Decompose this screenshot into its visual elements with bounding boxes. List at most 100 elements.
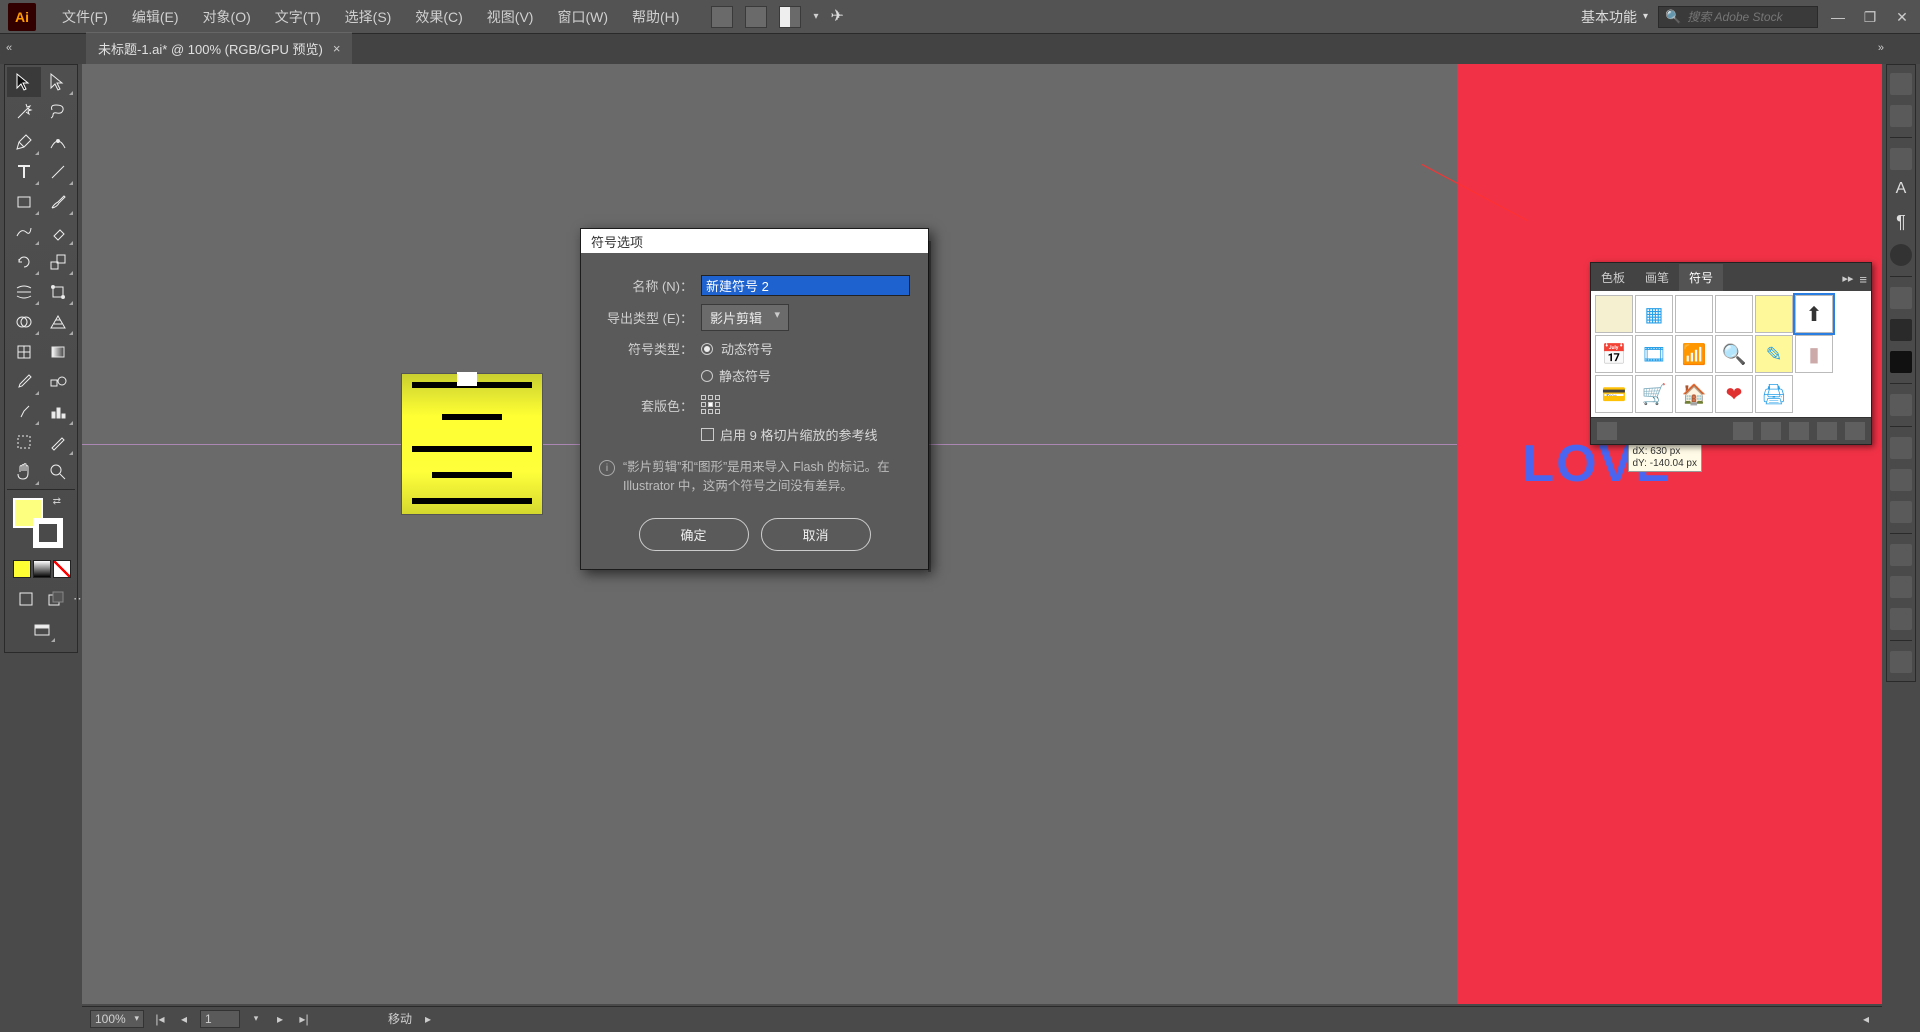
place-symbol-button[interactable] <box>1733 422 1753 440</box>
libraries-panel-icon[interactable] <box>1890 105 1912 127</box>
zoom-field[interactable]: 100% ▾ <box>90 1010 144 1028</box>
delete-symbol-button[interactable] <box>1845 422 1865 440</box>
minimize-button[interactable]: — <box>1828 9 1848 25</box>
new-symbol-button[interactable] <box>1817 422 1837 440</box>
scale-tool[interactable] <box>41 247 75 277</box>
stock-icon[interactable] <box>745 6 767 28</box>
mesh-tool[interactable] <box>7 337 41 367</box>
type-tool[interactable] <box>7 157 41 187</box>
symbol-thumb[interactable]: ✎ <box>1755 335 1793 373</box>
workspace-switcher[interactable]: 基本功能 ▾ <box>1571 3 1658 31</box>
close-button[interactable]: ✕ <box>1892 9 1912 25</box>
stroke-panel-icon[interactable] <box>1890 394 1912 416</box>
status-menu-icon[interactable]: ▸ <box>420 1012 436 1026</box>
symbol-thumb[interactable]: ▮ <box>1795 335 1833 373</box>
cancel-button[interactable]: 取消 <box>761 518 871 551</box>
artboards-panel-icon[interactable] <box>1890 469 1912 491</box>
direct-selection-tool[interactable] <box>41 67 75 97</box>
menu-view[interactable]: 视图(V) <box>475 1 546 33</box>
eraser-tool[interactable] <box>41 217 75 247</box>
registration-grid[interactable] <box>701 395 721 415</box>
menu-help[interactable]: 帮助(H) <box>620 1 691 33</box>
shaper-tool[interactable] <box>7 217 41 247</box>
appearance-panel-icon[interactable] <box>1890 244 1912 266</box>
color-mode-solid[interactable] <box>13 560 31 578</box>
color-mode-gradient[interactable] <box>33 560 51 578</box>
radio-dynamic[interactable] <box>701 343 713 355</box>
stroke-color[interactable] <box>33 518 63 548</box>
menu-file[interactable]: 文件(F) <box>50 1 120 33</box>
maximize-button[interactable]: ❐ <box>1860 9 1880 25</box>
layers-panel-icon[interactable] <box>1890 437 1912 459</box>
symbol-thumb[interactable] <box>1755 295 1793 333</box>
tab-swatches[interactable]: 色板 <box>1591 264 1635 291</box>
rotate-tool[interactable] <box>7 247 41 277</box>
canvas[interactable]: LOVE dX: 630 px dY: -140.04 px <box>82 64 1882 1004</box>
asset-export-panel-icon[interactable] <box>1890 501 1912 523</box>
lasso-tool[interactable] <box>41 97 75 127</box>
drawing-mode-normal[interactable] <box>13 586 39 612</box>
free-transform-tool[interactable] <box>41 277 75 307</box>
bridge-icon[interactable] <box>711 6 733 28</box>
next-artboard-button[interactable]: ▸ <box>272 1012 288 1026</box>
right-panel-expand-icon[interactable]: » <box>1878 42 1884 54</box>
symbol-thumb[interactable] <box>1675 295 1713 333</box>
hand-tool[interactable] <box>7 457 41 487</box>
symbol-sprayer-tool[interactable] <box>7 397 41 427</box>
blend-tool[interactable] <box>41 367 75 397</box>
symbol-thumb[interactable]: 🛒 <box>1635 375 1673 413</box>
radio-dynamic-label[interactable]: 动态符号 <box>721 339 773 358</box>
stock-search-box[interactable]: 🔍 <box>1658 6 1818 28</box>
symbol-thumb[interactable] <box>1595 295 1633 333</box>
artboard-tool[interactable] <box>7 427 41 457</box>
radio-static-label[interactable]: 静态符号 <box>719 366 771 385</box>
export-type-select[interactable]: 影片剪辑 <box>701 304 789 331</box>
nine-slice-checkbox[interactable] <box>701 428 714 441</box>
color-mode-none[interactable] <box>53 560 71 578</box>
transform-panel-icon[interactable] <box>1890 544 1912 566</box>
eyedropper-tool[interactable] <box>7 367 41 397</box>
symbol-thumb[interactable]: 🎞 <box>1635 335 1673 373</box>
pathfinder-panel-icon[interactable] <box>1890 608 1912 630</box>
swatches-panel-icon[interactable] <box>1890 287 1912 309</box>
paragraph-panel-icon[interactable]: ¶ <box>1890 212 1912 234</box>
symbols-panel-icon[interactable] <box>1890 351 1912 373</box>
menu-select[interactable]: 选择(S) <box>333 1 404 33</box>
symbol-thumb[interactable]: 🔍 <box>1715 335 1753 373</box>
panel-collapse-icon[interactable]: ▸▸ <box>1842 272 1853 287</box>
swap-fill-stroke-icon[interactable]: ⇄ <box>53 496 61 507</box>
symbol-thumb[interactable]: 🖨 <box>1755 375 1793 413</box>
break-link-button[interactable] <box>1761 422 1781 440</box>
paintbrush-tool[interactable] <box>41 187 75 217</box>
tab-symbols[interactable]: 符号 <box>1679 264 1723 291</box>
gradient-tool[interactable] <box>41 337 75 367</box>
line-segment-tool[interactable] <box>41 157 75 187</box>
shape-builder-tool[interactable] <box>7 307 41 337</box>
screen-mode-button[interactable] <box>27 618 57 644</box>
gpu-preview-icon[interactable]: ✈ <box>830 6 852 28</box>
prev-artboard-button[interactable]: ◂ <box>176 1012 192 1026</box>
brushes-panel-icon[interactable] <box>1890 319 1912 341</box>
yellow-symbol-art[interactable] <box>402 374 542 514</box>
ok-button[interactable]: 确定 <box>639 518 749 551</box>
menu-edit[interactable]: 编辑(E) <box>120 1 191 33</box>
last-artboard-button[interactable]: ▸| <box>296 1012 312 1026</box>
menu-type[interactable]: 文字(T) <box>263 1 333 33</box>
scroll-left-icon[interactable]: ◂ <box>1858 1012 1874 1026</box>
color-panel-icon[interactable] <box>1890 148 1912 170</box>
drawing-mode-behind[interactable] <box>43 586 69 612</box>
nine-slice-label[interactable]: 启用 9 格切片缩放的参考线 <box>720 425 877 444</box>
magic-wand-tool[interactable] <box>7 97 41 127</box>
symbol-thumb[interactable]: 💳 <box>1595 375 1633 413</box>
pen-tool[interactable] <box>7 127 41 157</box>
symbol-thumb[interactable]: ❤ <box>1715 375 1753 413</box>
arrange-documents-icon[interactable] <box>779 6 801 28</box>
perspective-grid-tool[interactable] <box>41 307 75 337</box>
menu-object[interactable]: 对象(O) <box>191 1 263 33</box>
stock-search-input[interactable] <box>1687 10 1811 24</box>
symbol-thumb[interactable]: 📶 <box>1675 335 1713 373</box>
width-tool[interactable] <box>7 277 41 307</box>
properties-panel-icon[interactable] <box>1890 73 1912 95</box>
tab-brushes[interactable]: 画笔 <box>1635 264 1679 291</box>
align-panel-icon[interactable] <box>1890 576 1912 598</box>
